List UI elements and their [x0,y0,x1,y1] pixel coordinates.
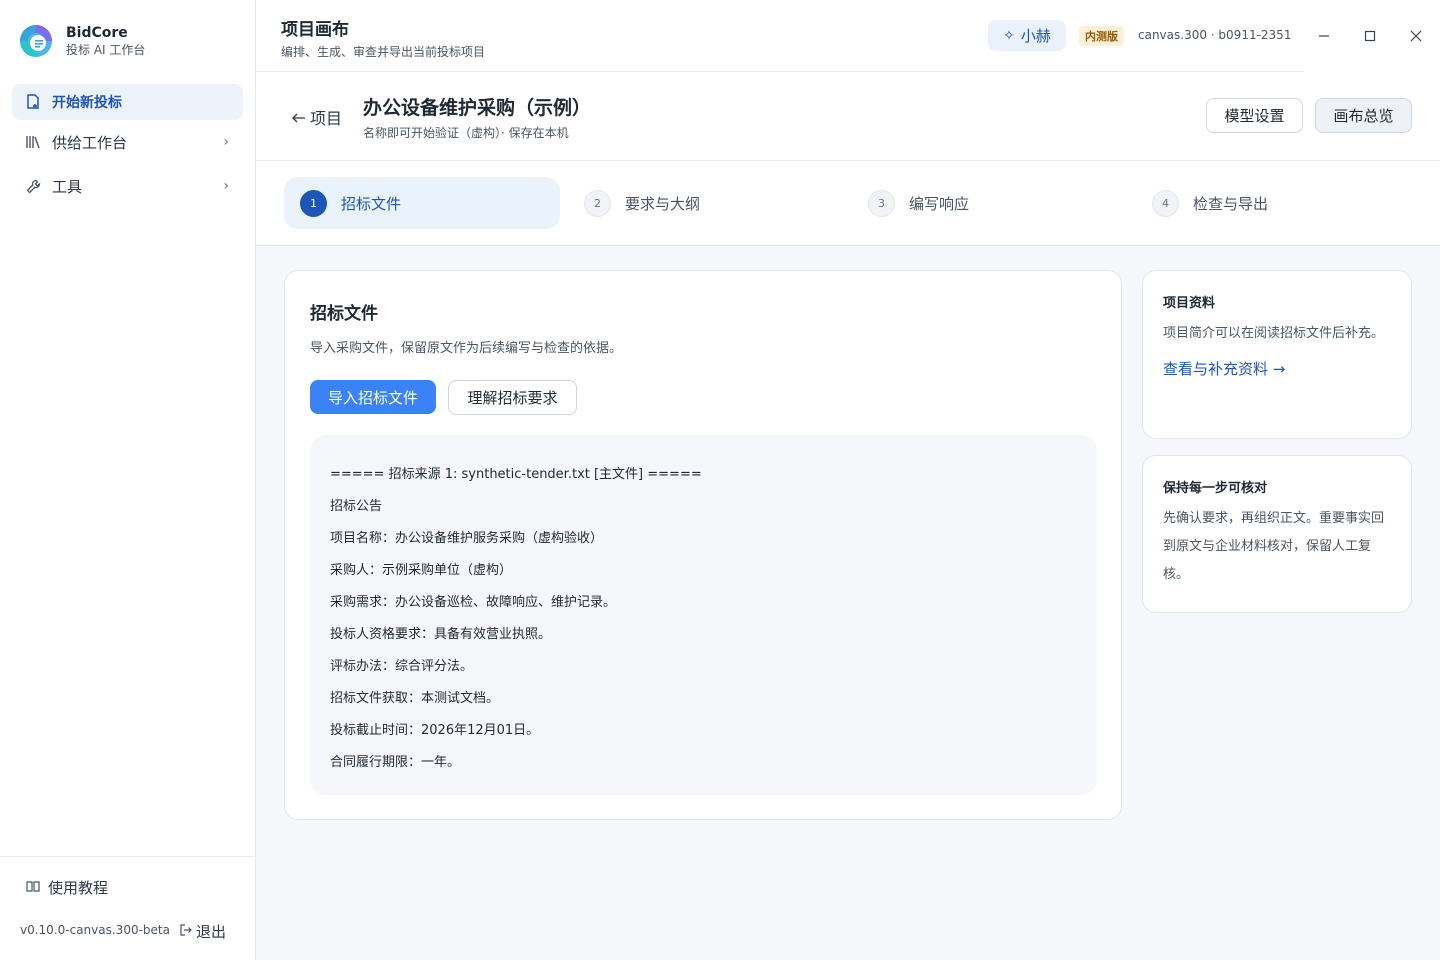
document-preview[interactable]: ===== 招标来源 1: synthetic-tender.txt [主文件]… [310,435,1097,795]
logout-icon [180,924,192,939]
tab-step-2[interactable]: 2 要求与大纲 [568,177,844,229]
step-tabs: 1 招标文件 2 要求与大纲 3 编写响应 4 检查与导出 [256,161,1440,246]
library-icon [24,133,42,151]
page-subtitle: 编排、生成、审查并导出当前投标项目 [281,45,486,59]
new-doc-icon [24,93,42,111]
minimize-icon[interactable] [1310,22,1338,50]
sidebar-item-label: 工具 [52,177,83,196]
document-line: 评标办法：综合评分法。 [330,659,474,674]
sparkle-icon: ✧ [1003,27,1015,44]
chevron-right-icon: › [223,178,229,194]
tutorial-label: 使用教程 [48,879,109,897]
side-card-title: 保持每一步可核对 [1163,481,1268,496]
sidebar-item-label: 开始新投标 [52,95,122,111]
side-card-title: 项目资料 [1163,296,1216,311]
top-bar: 项目画布 编排、生成、审查并导出当前投标项目 ✧ 小赫 内测版 canvas.3… [256,0,1440,72]
step-number: 4 [1152,189,1179,217]
sidebar-item-new-bid[interactable]: 开始新投标 [12,84,243,120]
step-label: 编写响应 [909,194,970,213]
step-number: 1 [300,189,327,217]
card-title: 招标文件 [310,304,378,324]
tab-step-3[interactable]: 3 编写响应 [852,177,1128,229]
tender-document-card: 招标文件 导入采购文件，保留原文作为后续编写与检查的依据。 导入招标文件 理解招… [284,270,1122,820]
beta-badge: 内测版 [1079,26,1124,46]
document-line: 项目名称：办公设备维护服务采购（虚构验收） [330,531,604,546]
maximize-icon[interactable] [1356,22,1384,50]
book-icon [26,880,40,896]
back-label: 项目 [310,109,343,128]
project-header: 项目 办公设备维护采购（示例） 名称即可开始验证（虚构）· 保存在本机 模型设置… [256,72,1440,161]
bidcore-logo-icon [18,22,56,60]
close-icon[interactable] [1402,22,1430,50]
wrench-icon [24,177,42,195]
project-subtitle: 名称即可开始验证（虚构）· 保存在本机 [363,126,569,140]
brand: BidCore 投标 AI 工作台 [18,22,145,60]
tutorial-link[interactable]: 使用教程 [26,877,108,898]
document-line: 投标人资格要求：具备有效营业执照。 [330,627,552,642]
assistant-label: 小赫 [1020,27,1051,45]
step-label: 招标文件 [341,194,402,213]
build-info: canvas.300 · b0911-2351 [1138,28,1292,42]
tab-step-1[interactable]: 1 招标文件 [284,177,560,229]
logout-label: 退出 [196,923,227,941]
understand-requirements-button[interactable]: 理解招标要求 [448,380,577,415]
sidebar-footer: 使用教程 v0.10.0-canvas.300-beta 退出 [0,856,256,960]
verify-tips-card: 保持每一步可核对 先确认要求，再组织正文。重要事实回到原文与企业材料核对，保留人… [1142,455,1412,613]
document-line: 投标截止时间：2026年12月01日。 [330,723,540,738]
import-tender-button[interactable]: 导入招标文件 [310,380,436,414]
step-number: 2 [584,189,611,217]
page-title: 项目画布 [281,20,349,40]
step-label: 检查与导出 [1193,194,1269,213]
brand-subtitle: 投标 AI 工作台 [66,43,146,57]
view-supplement-info-link[interactable]: 查看与补充资料 → [1163,358,1285,379]
document-line: ===== 招标来源 1: synthetic-tender.txt [主文件]… [330,467,702,482]
model-settings-button[interactable]: 模型设置 [1206,98,1303,133]
arrow-left-icon [292,108,306,127]
chevron-right-icon: › [223,134,229,150]
card-description: 导入采购文件，保留原文作为后续编写与检查的依据。 [310,341,623,356]
sidebar-item-tools[interactable]: 工具 › [12,168,243,204]
side-card-text: 先确认要求，再组织正文。重要事实回到原文与企业材料核对，保留人工复核。 [1163,511,1385,582]
sidebar-item-supply-workbench[interactable]: 供给工作台 › [12,124,243,160]
canvas-overview-button[interactable]: 画布总览 [1315,98,1412,133]
tab-step-4[interactable]: 4 检查与导出 [1136,177,1412,229]
version-label: v0.10.0-canvas.300-beta [20,923,170,937]
project-title: 办公设备维护采购（示例） [363,97,592,119]
sidebar: BidCore 投标 AI 工作台 开始新投标 供给工作台 › 工具 › 使用教… [0,0,256,960]
document-line: 采购人：示例采购单位（虚构） [330,563,513,578]
assistant-button[interactable]: ✧ 小赫 [988,20,1066,51]
brand-name: BidCore [66,25,128,41]
logout-button[interactable]: 退出 [180,921,226,942]
document-line: 招标公告 [330,499,383,514]
document-line: 采购需求：办公设备巡检、故障响应、维护记录。 [330,595,617,610]
step-number: 3 [868,189,895,217]
step-label: 要求与大纲 [625,194,701,213]
document-line: 合同履行期限：一年。 [330,755,461,770]
sidebar-item-label: 供给工作台 [52,133,128,152]
side-card-text: 项目简介可以在阅读招标文件后补充。 [1163,326,1385,341]
back-to-projects-link[interactable]: 项目 [292,105,342,129]
document-line: 招标文件获取：本测试文档。 [330,691,500,706]
project-info-card: 项目资料 项目简介可以在阅读招标文件后补充。 查看与补充资料 → [1142,270,1412,439]
